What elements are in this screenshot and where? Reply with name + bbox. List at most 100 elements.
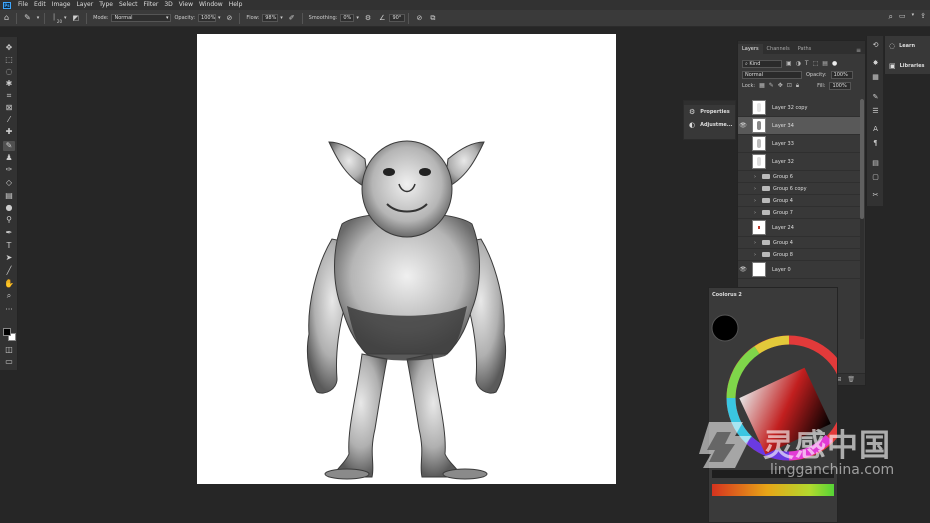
tab-paths[interactable]: Paths [794,44,816,54]
history-brush-tool-icon[interactable]: ✑ [3,165,15,175]
blur-tool-icon[interactable]: ● [3,203,15,213]
foreground-color-swatch[interactable] [3,328,11,336]
menu-file[interactable]: File [15,0,31,10]
layer-row[interactable]: Layer 32 copy [738,99,860,117]
group-row[interactable]: › Group 4 [738,195,860,207]
paragraph-icon[interactable]: ¶ [870,138,881,148]
group-row[interactable]: › Group 4 [738,237,860,249]
visibility-toggle[interactable] [738,249,748,260]
adjust-sliders-icon[interactable]: ☰ [870,106,881,116]
group-row[interactable]: › Group 7 [738,207,860,219]
type-tool-icon[interactable]: T [3,241,15,251]
menu-select[interactable]: Select [116,0,141,10]
layer-row[interactable]: Layer 32 [738,153,860,171]
group-row[interactable]: › Group 8 [738,249,860,261]
pressure-size-icon[interactable]: ⊘ [416,14,422,22]
brush-settings-icon[interactable]: ◩ [73,14,80,22]
layer-row[interactable]: 👁︎ Layer 0 [738,261,860,279]
symmetry-icon[interactable]: ⧉ [430,14,435,22]
eraser-tool-icon[interactable]: ◇ [3,178,15,188]
menu-3d[interactable]: 3D [161,0,175,10]
chevron-right-icon[interactable]: › [754,174,760,180]
layer-row[interactable]: Layer 24 [738,219,860,237]
zoom-tool-icon[interactable]: ⌕ [3,291,15,301]
menu-image[interactable]: Image [49,0,74,10]
menu-edit[interactable]: Edit [31,0,49,10]
filter-smart-object-icon[interactable]: ▤ [822,60,828,67]
clone-stamp-tool-icon[interactable]: ♟ [3,153,15,163]
trash-icon[interactable]: 🗑︎ [847,376,855,383]
filter-type-icon[interactable]: T [805,60,809,67]
eye-icon[interactable]: 👁︎ [738,117,748,134]
layer-comps-icon[interactable]: ▤ [870,158,881,168]
brush-settings-icon[interactable]: ✎ [870,92,881,102]
frame-tool-icon[interactable]: ⊠ [3,103,15,113]
panel-menu-icon[interactable]: ≡ [856,47,861,54]
quick-mask-icon[interactable]: ◫ [3,345,15,355]
notes-icon[interactable]: ▢ [870,172,881,182]
visibility-toggle[interactable] [738,153,748,170]
chevron-down-icon[interactable]: ▾ [912,13,915,21]
menu-type[interactable]: Type [96,0,116,10]
eyedropper-tool-icon[interactable]: ⁄ [3,115,15,125]
lock-image-icon[interactable]: ✎ [769,82,774,89]
visibility-toggle[interactable] [738,99,748,116]
flow-input[interactable]: 98% [262,14,279,22]
chevron-down-icon[interactable]: ▾ [64,15,67,21]
menu-layer[interactable]: Layer [73,0,96,10]
lock-transparent-icon[interactable]: ▦ [759,82,765,89]
pen-tool-icon[interactable]: ✒ [3,228,15,238]
healing-brush-tool-icon[interactable]: ✚ [3,127,15,137]
quick-select-tool-icon[interactable]: ✱ [3,79,15,89]
chevron-down-icon[interactable]: ▾ [218,15,221,21]
character-icon[interactable]: A [870,124,881,134]
path-selection-tool-icon[interactable]: ➤ [3,253,15,263]
lasso-tool-icon[interactable]: ◌ [3,67,15,77]
lock-artboard-icon[interactable]: ⊡ [787,82,792,89]
visibility-toggle[interactable] [738,183,748,194]
gear-icon[interactable]: ⚙ [365,14,371,22]
group-row[interactable]: › Group 6 copy [738,183,860,195]
brush-tool-icon[interactable]: ✎ [3,141,15,151]
screen-mode-icon[interactable]: ▭ [3,357,15,367]
lock-position-icon[interactable]: ✥ [778,82,783,89]
color-icon[interactable]: ✸ [870,58,881,68]
mode-select[interactable]: Normal ▾ [111,14,172,22]
opacity-input[interactable]: 100% [198,14,217,22]
chevron-down-icon[interactable]: ▾ [280,15,283,21]
dodge-tool-icon[interactable]: ⚲ [3,215,15,225]
swatches-icon[interactable]: ▦ [870,72,881,82]
chevron-right-icon[interactable]: › [754,210,760,216]
fill-input[interactable]: 100% [829,81,852,90]
document-canvas[interactable] [197,34,616,484]
blend-mode-select[interactable]: Normal [742,70,802,79]
filter-pixel-icon[interactable]: ▣ [786,60,792,67]
move-tool-icon[interactable]: ✥ [3,43,15,53]
brush-size-value[interactable]: 20 [57,19,62,24]
filter-shape-icon[interactable]: ⬚ [813,60,819,67]
chevron-down-icon[interactable]: ▾ [356,15,359,21]
eye-icon[interactable]: 👁︎ [738,261,748,278]
search-icon[interactable]: ⌕ [889,13,893,21]
crop-tool-icon[interactable]: ⌗ [3,91,15,101]
history-icon[interactable]: ⟲ [870,40,881,50]
visibility-toggle[interactable] [738,135,748,152]
scrollbar-thumb[interactable] [860,99,864,219]
pressure-opacity-icon[interactable]: ⊘ [227,14,233,22]
tab-layers[interactable]: Layers [738,44,763,54]
group-row[interactable]: › Group 6 [738,171,860,183]
properties-button[interactable]: ⚙ Properties [684,105,735,118]
home-icon[interactable]: ⌂ [4,14,9,22]
menu-window[interactable]: Window [196,0,226,10]
visibility-toggle[interactable] [738,195,748,206]
chevron-right-icon[interactable]: › [754,240,760,246]
filter-kind-select[interactable]: ⌕ Kind [742,59,782,68]
tools-icon[interactable]: ✂ [870,190,881,200]
menu-help[interactable]: Help [226,0,246,10]
brush-tool-icon[interactable]: ✎ [24,14,31,22]
smoothing-input[interactable]: 0% [340,14,355,22]
menu-view[interactable]: View [176,0,196,10]
lock-all-icon[interactable]: 🔒︎ [796,82,799,90]
line-tool-icon[interactable]: ╱ [3,266,15,276]
visibility-toggle[interactable] [738,171,748,182]
